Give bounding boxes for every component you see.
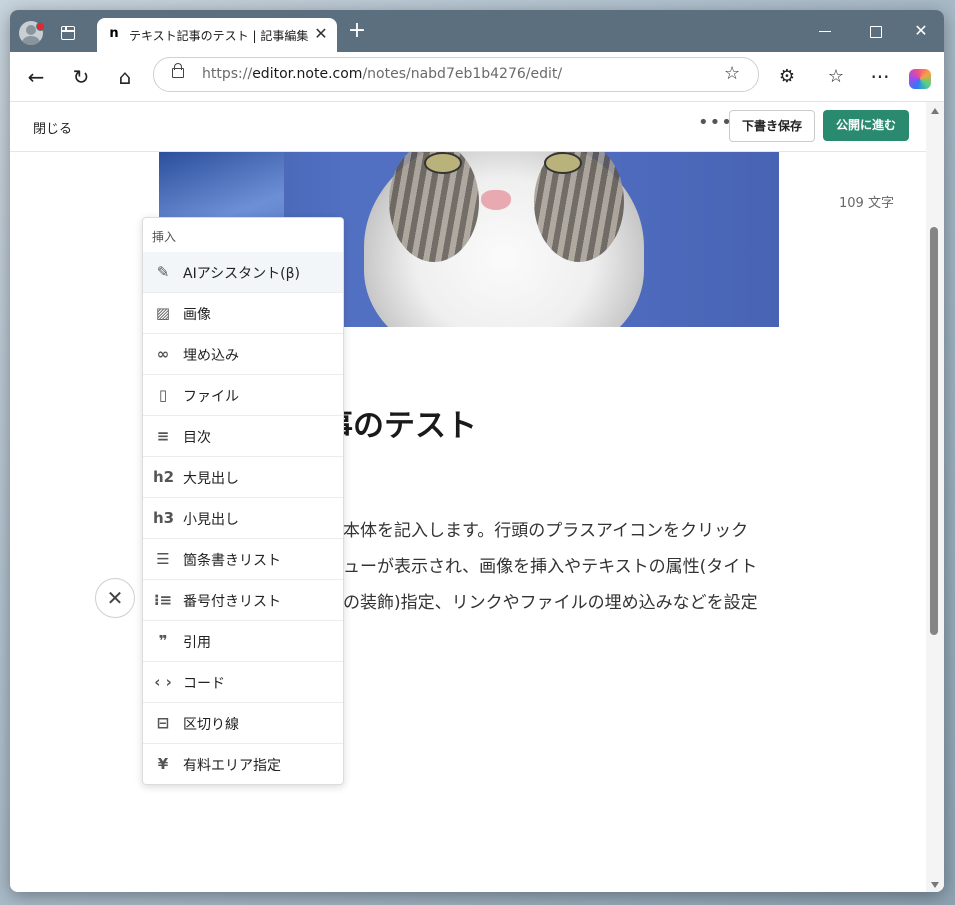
note-favicon-icon: n bbox=[109, 26, 119, 41]
menu-item-quote[interactable]: ❞ 引用 bbox=[143, 621, 343, 662]
menu-item-paid-area[interactable]: ¥ 有料エリア指定 bbox=[143, 744, 343, 784]
favorite-star-icon[interactable]: ☆ bbox=[724, 63, 740, 84]
menu-item-code[interactable]: ‹ › コード bbox=[143, 662, 343, 703]
notification-dot bbox=[36, 22, 45, 31]
menu-item-ai-assistant[interactable]: ✎ AIアシスタント(β) bbox=[143, 252, 343, 293]
numbered-list-icon: ⁝≡ bbox=[153, 591, 173, 609]
new-tab-button[interactable]: + bbox=[346, 20, 368, 43]
image-icon: ▨ bbox=[155, 304, 171, 322]
toc-icon: ≡ bbox=[156, 427, 170, 445]
minimize-button[interactable] bbox=[803, 18, 847, 44]
bullet-list-icon: ☰ bbox=[156, 550, 170, 568]
scroll-down-icon[interactable] bbox=[931, 882, 939, 888]
menu-item-image[interactable]: ▨ 画像 bbox=[143, 293, 343, 334]
quote-icon: ❞ bbox=[158, 632, 168, 650]
lock-icon[interactable] bbox=[172, 63, 184, 78]
browser-tab[interactable]: n テキスト記事のテスト | 記事編集 | note ✕ bbox=[97, 18, 337, 52]
h2-icon: h2 bbox=[153, 468, 175, 486]
insert-menu: 挿入 ✎ AIアシスタント(β) ▨ 画像 ∞ 埋め込み ▯ ファイル ≡ 目次 bbox=[142, 217, 344, 785]
page-scrollbar[interactable] bbox=[926, 102, 944, 892]
article-title[interactable]: 事のテスト bbox=[322, 400, 477, 445]
extensions-icon[interactable]: ⚙ bbox=[772, 62, 802, 92]
address-bar[interactable]: https://editor.note.com/notes/nabd7eb1b4… bbox=[153, 57, 759, 92]
browser-window: n テキスト記事のテスト | 記事編集 | note ✕ + ✕ ← ↻ ⌂ h… bbox=[10, 10, 944, 892]
close-link[interactable]: 閉じる bbox=[33, 118, 72, 137]
menu-item-embed[interactable]: ∞ 埋め込み bbox=[143, 334, 343, 375]
scroll-up-icon[interactable] bbox=[931, 108, 939, 114]
maximize-button[interactable] bbox=[853, 18, 897, 44]
menu-item-divider[interactable]: ⊟ 区切り線 bbox=[143, 703, 343, 744]
url-text: https://editor.note.com/notes/nabd7eb1b4… bbox=[202, 66, 563, 82]
menu-item-toc[interactable]: ≡ 目次 bbox=[143, 416, 343, 457]
copilot-icon[interactable] bbox=[909, 69, 931, 89]
body-text-line[interactable]: 本体を記入します。行頭のプラスアイコンをクリック bbox=[343, 516, 748, 541]
tab-close-icon[interactable]: ✕ bbox=[311, 24, 331, 44]
link-icon: ∞ bbox=[156, 345, 170, 363]
favorites-icon[interactable]: ☆ bbox=[821, 62, 851, 92]
word-count: 109 文字 bbox=[839, 196, 894, 211]
menu-dots-icon[interactable]: ··· bbox=[865, 62, 895, 92]
file-icon: ▯ bbox=[158, 386, 168, 404]
body-text-line[interactable]: の装飾)指定、リンクやファイルの埋め込みなどを設定 bbox=[343, 588, 758, 613]
menu-item-file[interactable]: ▯ ファイル bbox=[143, 375, 343, 416]
home-button[interactable]: ⌂ bbox=[110, 62, 140, 92]
close-menu-button[interactable]: ✕ bbox=[95, 578, 135, 618]
window-close-button[interactable]: ✕ bbox=[899, 18, 943, 44]
title-bar: n テキスト記事のテスト | 記事編集 | note ✕ + ✕ bbox=[10, 10, 944, 52]
scroll-thumb[interactable] bbox=[930, 227, 938, 635]
yen-icon: ¥ bbox=[157, 755, 169, 773]
refresh-button[interactable]: ↻ bbox=[66, 62, 96, 92]
tab-title: テキスト記事のテスト | 記事編集 | note bbox=[129, 29, 309, 43]
code-icon: ‹ › bbox=[154, 673, 172, 691]
more-options-icon[interactable]: ••• bbox=[698, 112, 733, 133]
back-button[interactable]: ← bbox=[21, 62, 51, 92]
tab-actions-icon[interactable] bbox=[61, 26, 75, 40]
wand-icon: ✎ bbox=[156, 263, 170, 281]
menu-item-numbered-list[interactable]: ⁝≡ 番号付きリスト bbox=[143, 580, 343, 621]
menu-item-heading-large[interactable]: h2 大見出し bbox=[143, 457, 343, 498]
navigation-bar: ← ↻ ⌂ https://editor.note.com/notes/nabd… bbox=[10, 52, 944, 102]
menu-item-bullet-list[interactable]: ☰ 箇条書きリスト bbox=[143, 539, 343, 580]
editor-header: 閉じる ••• 下書き保存 公開に進む bbox=[10, 102, 926, 152]
menu-item-heading-small[interactable]: h3 小見出し bbox=[143, 498, 343, 539]
divider-icon: ⊟ bbox=[156, 714, 170, 732]
save-draft-button[interactable]: 下書き保存 bbox=[729, 110, 815, 142]
h3-icon: h3 bbox=[153, 509, 175, 527]
publish-button[interactable]: 公開に進む bbox=[823, 110, 909, 141]
body-text-line[interactable]: ューが表示され、画像を挿入やテキストの属性(タイト bbox=[343, 552, 757, 577]
insert-menu-title: 挿入 bbox=[152, 230, 177, 244]
page-content: 閉じる ••• 下書き保存 公開に進む 109 文字 事のテスト 本体を記入しま… bbox=[10, 102, 944, 892]
